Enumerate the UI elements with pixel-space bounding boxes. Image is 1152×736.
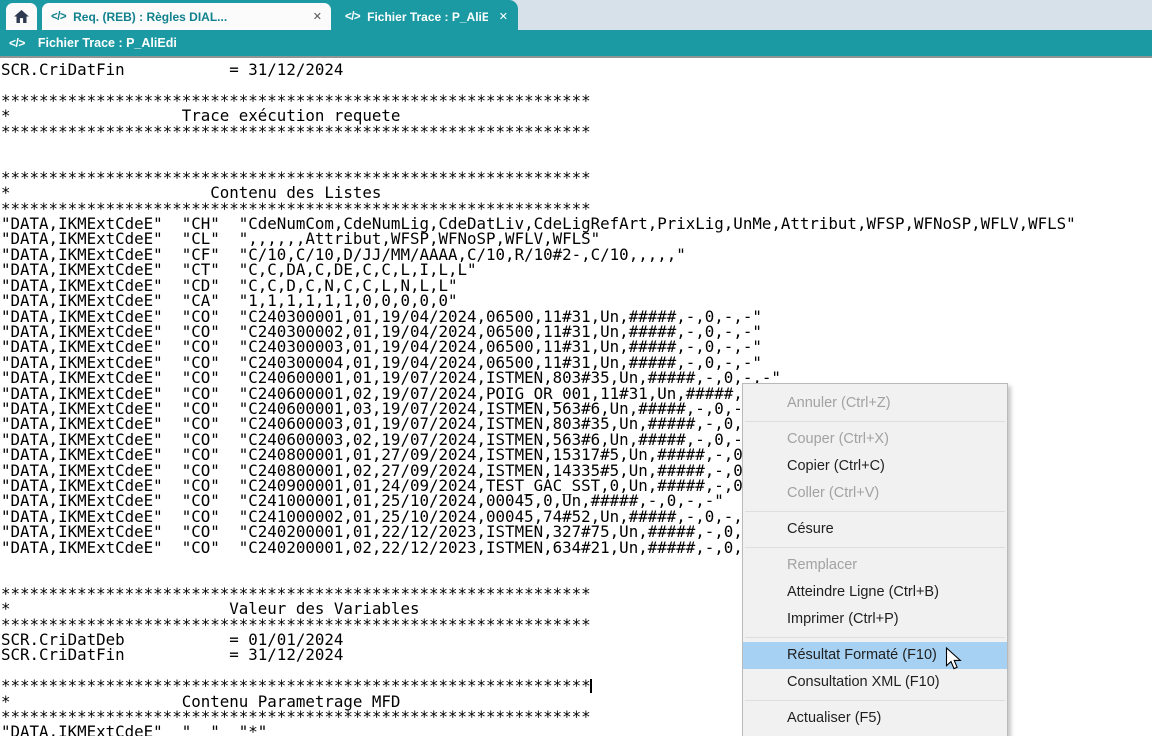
tab-fichier-trace[interactable]: </> Fichier Trace : P_AliEdi ✕ [336, 3, 517, 30]
context-menu: Annuler (Ctrl+Z) Couper (Ctrl+X)Copier (C… [742, 383, 1008, 736]
menu-item: Couper (Ctrl+X) [743, 426, 1007, 453]
tab-bar: </> Req. (REB) : Règles DIAL... ✕ </> Fi… [0, 0, 1152, 30]
menu-item: Coller (Ctrl+V) [743, 480, 1007, 507]
menu-item[interactable]: Actualiser (F5) [743, 705, 1007, 732]
menu-item[interactable]: Césure [743, 516, 1007, 543]
breadcrumb: </> Fichier Trace : P_AliEdi [0, 30, 1152, 58]
tab-home[interactable] [6, 3, 37, 30]
menu-item[interactable]: Imprimer (Ctrl+P) [743, 606, 1007, 633]
menu-separator [745, 421, 1005, 422]
home-icon [14, 10, 29, 23]
menu-item[interactable]: Résultat Formaté (F10) [743, 642, 1007, 669]
tab-requete[interactable]: </> Req. (REB) : Règles DIAL... ✕ [42, 3, 331, 30]
code-icon: </> [345, 11, 360, 23]
menu-separator [745, 637, 1005, 638]
app-window: </> Req. (REB) : Règles DIAL... ✕ </> Fi… [0, 0, 1152, 736]
text-caret [590, 679, 592, 693]
breadcrumb-label: Fichier Trace : P_AliEdi [38, 36, 177, 50]
menu-item[interactable]: Atteindre Ligne (Ctrl+B) [743, 579, 1007, 606]
close-tab-icon[interactable]: ✕ [313, 10, 322, 23]
mouse-cursor [945, 647, 962, 671]
tab-label: Fichier Trace : P_AliEdi [367, 10, 488, 24]
close-tab-icon[interactable]: ✕ [499, 10, 508, 23]
code-icon: </> [9, 36, 25, 50]
menu-item: Remplacer [743, 552, 1007, 579]
menu-separator [745, 511, 1005, 512]
menu-item: Annuler (Ctrl+Z) [743, 390, 1007, 417]
menu-separator [745, 547, 1005, 548]
menu-item[interactable]: Consultation XML (F10) [743, 669, 1007, 696]
code-icon: </> [51, 11, 66, 23]
menu-item[interactable]: Copier (Ctrl+C) [743, 453, 1007, 480]
menu-separator [745, 700, 1005, 701]
tab-label: Req. (REB) : Règles DIAL... [73, 10, 302, 24]
